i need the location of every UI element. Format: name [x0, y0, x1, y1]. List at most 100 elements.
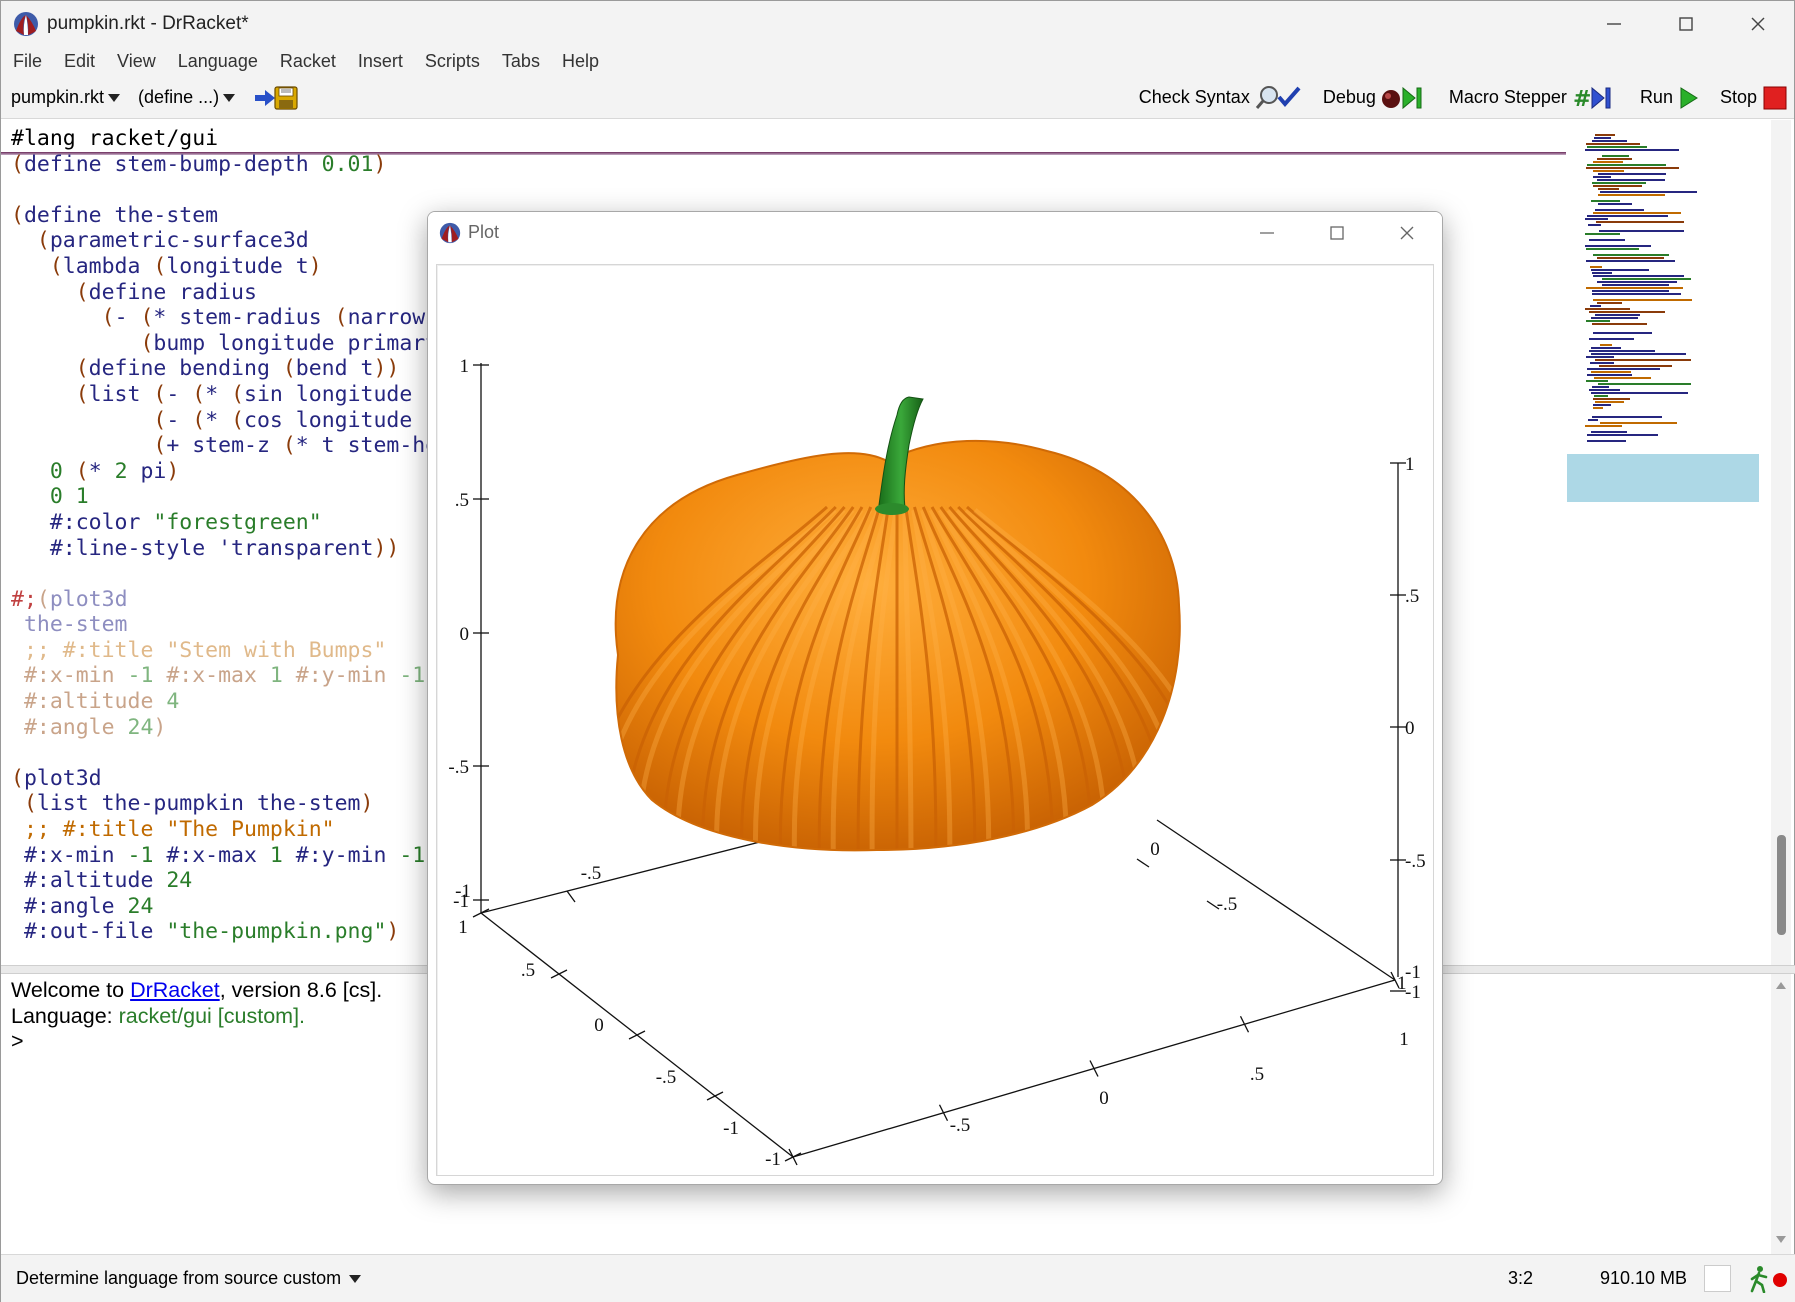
editor-scrollbar-thumb[interactable] [1777, 835, 1786, 935]
plot-maximize-button[interactable] [1302, 212, 1372, 253]
minimap-viewport[interactable] [1567, 454, 1759, 502]
define-dropdown-label: (define ...) [138, 87, 220, 107]
z-tick-label-left: 0 [460, 624, 470, 645]
minimap-line [1598, 188, 1619, 190]
minimap-line [1589, 311, 1665, 313]
repl-scrollbar[interactable] [1771, 974, 1791, 1254]
x-tick [1239, 1015, 1250, 1033]
code-token: ( [36, 586, 50, 612]
x-tick-label: 1 [1399, 1029, 1409, 1050]
code-token: sin longitude [244, 381, 413, 407]
code-token: #:angle [11, 714, 128, 740]
memory-usage[interactable]: 910.10 MB [1600, 1268, 1687, 1289]
minimap-line [1593, 185, 1642, 187]
code-token: 1 [269, 663, 283, 689]
macro-stepper-button[interactable]: Macro Stepper # [1449, 85, 1620, 111]
code-token: ( [231, 381, 245, 407]
y-tick [628, 1030, 646, 1040]
language-suffix: . [299, 1003, 306, 1028]
code-line: #:altitude 24 [11, 868, 490, 894]
chevron-down-icon [349, 1274, 362, 1283]
code-token: #:y-min [282, 663, 400, 689]
minimap-line [1593, 170, 1624, 172]
language-selector[interactable]: Determine language from source custom [16, 1268, 362, 1289]
minimap-line [1586, 287, 1683, 289]
code-token: ( [192, 381, 206, 407]
code-token: #:x-min [11, 663, 128, 689]
minimap-line [1592, 293, 1681, 295]
plot-minimize-button[interactable] [1232, 212, 1302, 253]
menu-file[interactable]: File [13, 51, 42, 72]
window-controls [1578, 1, 1794, 46]
minimap-line [1600, 191, 1697, 193]
file-dropdown[interactable]: pumpkin.rkt [11, 87, 121, 108]
minimap-line [1593, 299, 1692, 301]
editor-scrollbar[interactable] [1771, 120, 1791, 965]
menu-insert[interactable]: Insert [358, 51, 403, 72]
code-token: ) [166, 458, 180, 484]
minimap-line [1595, 359, 1691, 361]
code-token: define radius [88, 279, 257, 305]
code-token: ( [11, 381, 89, 407]
minimap-line [1594, 377, 1651, 379]
language-prefix: Language: [11, 1003, 119, 1028]
save-icon [255, 85, 298, 110]
run-button[interactable]: Run [1640, 85, 1700, 111]
drracket-link[interactable]: DrRacket [130, 978, 220, 1002]
code-token: #; [11, 586, 37, 612]
minimap-line [1592, 140, 1627, 142]
y-tick [784, 1152, 802, 1162]
minimap-line [1587, 440, 1626, 442]
code-token: ( [11, 407, 167, 433]
menu-racket[interactable]: Racket [280, 51, 336, 72]
minimap-line [1593, 398, 1630, 400]
plot-close-button[interactable] [1372, 212, 1442, 253]
x-tick-label: -1 [765, 1149, 781, 1170]
minimap-line [1598, 194, 1665, 196]
floor-edge-right [1156, 819, 1396, 981]
scroll-down-arrow-icon[interactable] [1776, 1236, 1786, 1243]
define-dropdown[interactable]: (define ...) [138, 87, 236, 108]
scroll-up-arrow-icon[interactable] [1776, 982, 1786, 989]
menu-view[interactable]: View [117, 51, 156, 72]
menu-language[interactable]: Language [178, 51, 258, 72]
menu-tabs[interactable]: Tabs [502, 51, 540, 72]
title-bar: pumpkin.rkt - DrRacket* [1, 1, 1794, 46]
minimap-line [1593, 275, 1684, 277]
code-token: #lang racket/gui [11, 126, 219, 151]
stop-button[interactable]: Stop [1720, 85, 1788, 111]
code-line: the-stem [11, 612, 490, 638]
check-syntax-button[interactable]: Check Syntax [1139, 85, 1303, 111]
code-token: define the-stem [23, 202, 219, 228]
menu-edit[interactable]: Edit [64, 51, 95, 72]
save-button[interactable] [253, 85, 301, 111]
code-token: ( [11, 305, 115, 331]
minimap-line [1593, 254, 1669, 256]
minimize-button[interactable] [1578, 1, 1650, 46]
code-token: bend t [295, 356, 374, 382]
maximize-button[interactable] [1650, 1, 1722, 46]
code-token: ( [192, 407, 206, 433]
debug-button[interactable]: Debug [1323, 85, 1429, 111]
code-token: #:line-style [11, 535, 219, 561]
z-tick-label-left: .5 [455, 490, 469, 511]
code-line: (define the-stem [11, 203, 490, 229]
plot-canvas[interactable]: 1.5 0 -.5 -1 1.5 0 -.5 -1 -1 -.5 0.5 1 1.5 0 -.5 -1 -1 -.… [436, 264, 1434, 1176]
x-tick-label-back: -.5 [1217, 894, 1238, 915]
z-tick-label-left: -.5 [448, 757, 469, 778]
code-line: #:altitude 4 [11, 689, 490, 715]
minimize-icon [1607, 22, 1621, 25]
code-line: (lambda (longitude t) [11, 254, 490, 280]
close-button[interactable] [1722, 1, 1794, 46]
menu-help[interactable]: Help [562, 51, 599, 72]
y-tick-label-back: -.5 [581, 863, 602, 884]
minimap[interactable] [1567, 120, 1759, 965]
minimap-line [1585, 233, 1620, 235]
code-token: plot3d [23, 765, 102, 791]
minimap-line [1589, 338, 1634, 340]
minimap-line [1587, 146, 1647, 148]
code-token: parametric-surface3d [49, 228, 309, 254]
menu-scripts[interactable]: Scripts [425, 51, 480, 72]
minimap-line [1592, 272, 1612, 274]
minimap-line [1602, 284, 1669, 286]
